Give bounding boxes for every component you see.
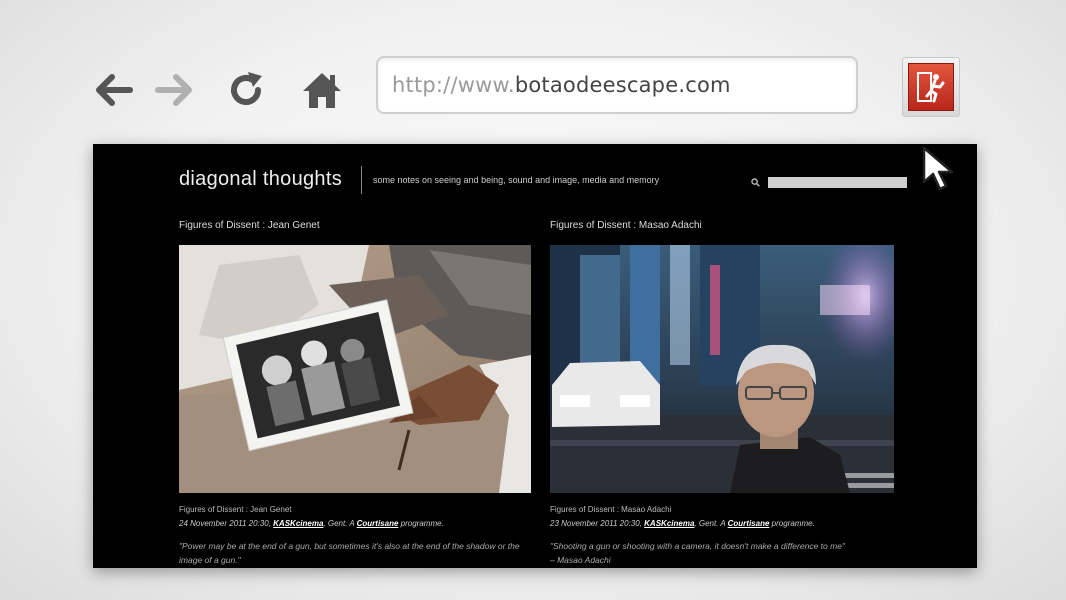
post-title[interactable]: Figures of Dissent : Jean Genet [179, 220, 534, 235]
address-bar[interactable]: http://www. botaodeescape.com [376, 56, 858, 114]
post-date-line: 23 November 2011 20:30, KASKcinema, Gent… [550, 519, 815, 528]
arrow-left-icon [96, 74, 133, 106]
header-divider [361, 166, 362, 194]
arrow-right-icon [155, 74, 192, 106]
photo-man-in-city-night [550, 245, 894, 493]
browser-toolbar: http://www. botaodeescape.com [0, 0, 1066, 140]
post-meta-title: Figures of Dissent : Jean Genet [179, 505, 292, 514]
kaskcinema-link[interactable]: KASKcinema [273, 519, 323, 528]
search-input[interactable] [768, 177, 907, 188]
post-image-genet[interactable] [179, 245, 531, 493]
post-title[interactable]: Figures of Dissent : Masao Adachi [550, 220, 896, 235]
forward-button[interactable] [152, 68, 196, 112]
kaskcinema-link[interactable]: KASKcinema [644, 519, 694, 528]
post-masao-adachi: Figures of Dissent : Masao Adachi Figure… [550, 220, 896, 567]
courtisane-link[interactable]: Courtisane [357, 519, 399, 528]
exit-sign-icon [908, 63, 954, 111]
url-domain: botaodeescape.com [514, 73, 731, 97]
site-title[interactable]: diagonal thoughts [179, 168, 342, 191]
photo-hands-holding-picture [179, 245, 531, 493]
post-meta-title: Figures of Dissent : Masao Adachi [550, 505, 672, 514]
courtisane-link[interactable]: Courtisane [728, 519, 770, 528]
search-icon [751, 178, 760, 187]
post-quote: "Shooting a gun or shooting with a camer… [550, 539, 896, 567]
page-viewport: diagonal thoughts some notes on seeing a… [93, 144, 977, 568]
home-icon [303, 73, 341, 108]
url-protocol: http://www. [392, 73, 515, 97]
post-quote: "Power may be at the end of a gun, but s… [179, 541, 520, 565]
back-button[interactable] [92, 68, 136, 112]
quote-attribution: – Masao Adachi [550, 555, 611, 565]
post-jean-genet: Figures of Dissent : Jean Genet Figures … [179, 220, 534, 567]
post-date-line: 24 November 2011 20:30, KASKcinema, Gent… [179, 519, 444, 528]
home-button[interactable] [300, 68, 344, 112]
reload-button[interactable] [224, 68, 268, 112]
reload-icon [231, 72, 262, 105]
site-tagline: some notes on seeing and being, sound an… [373, 175, 660, 185]
escape-button[interactable] [902, 57, 960, 117]
post-image-adachi[interactable] [550, 245, 894, 493]
mouse-cursor-icon [922, 146, 954, 191]
